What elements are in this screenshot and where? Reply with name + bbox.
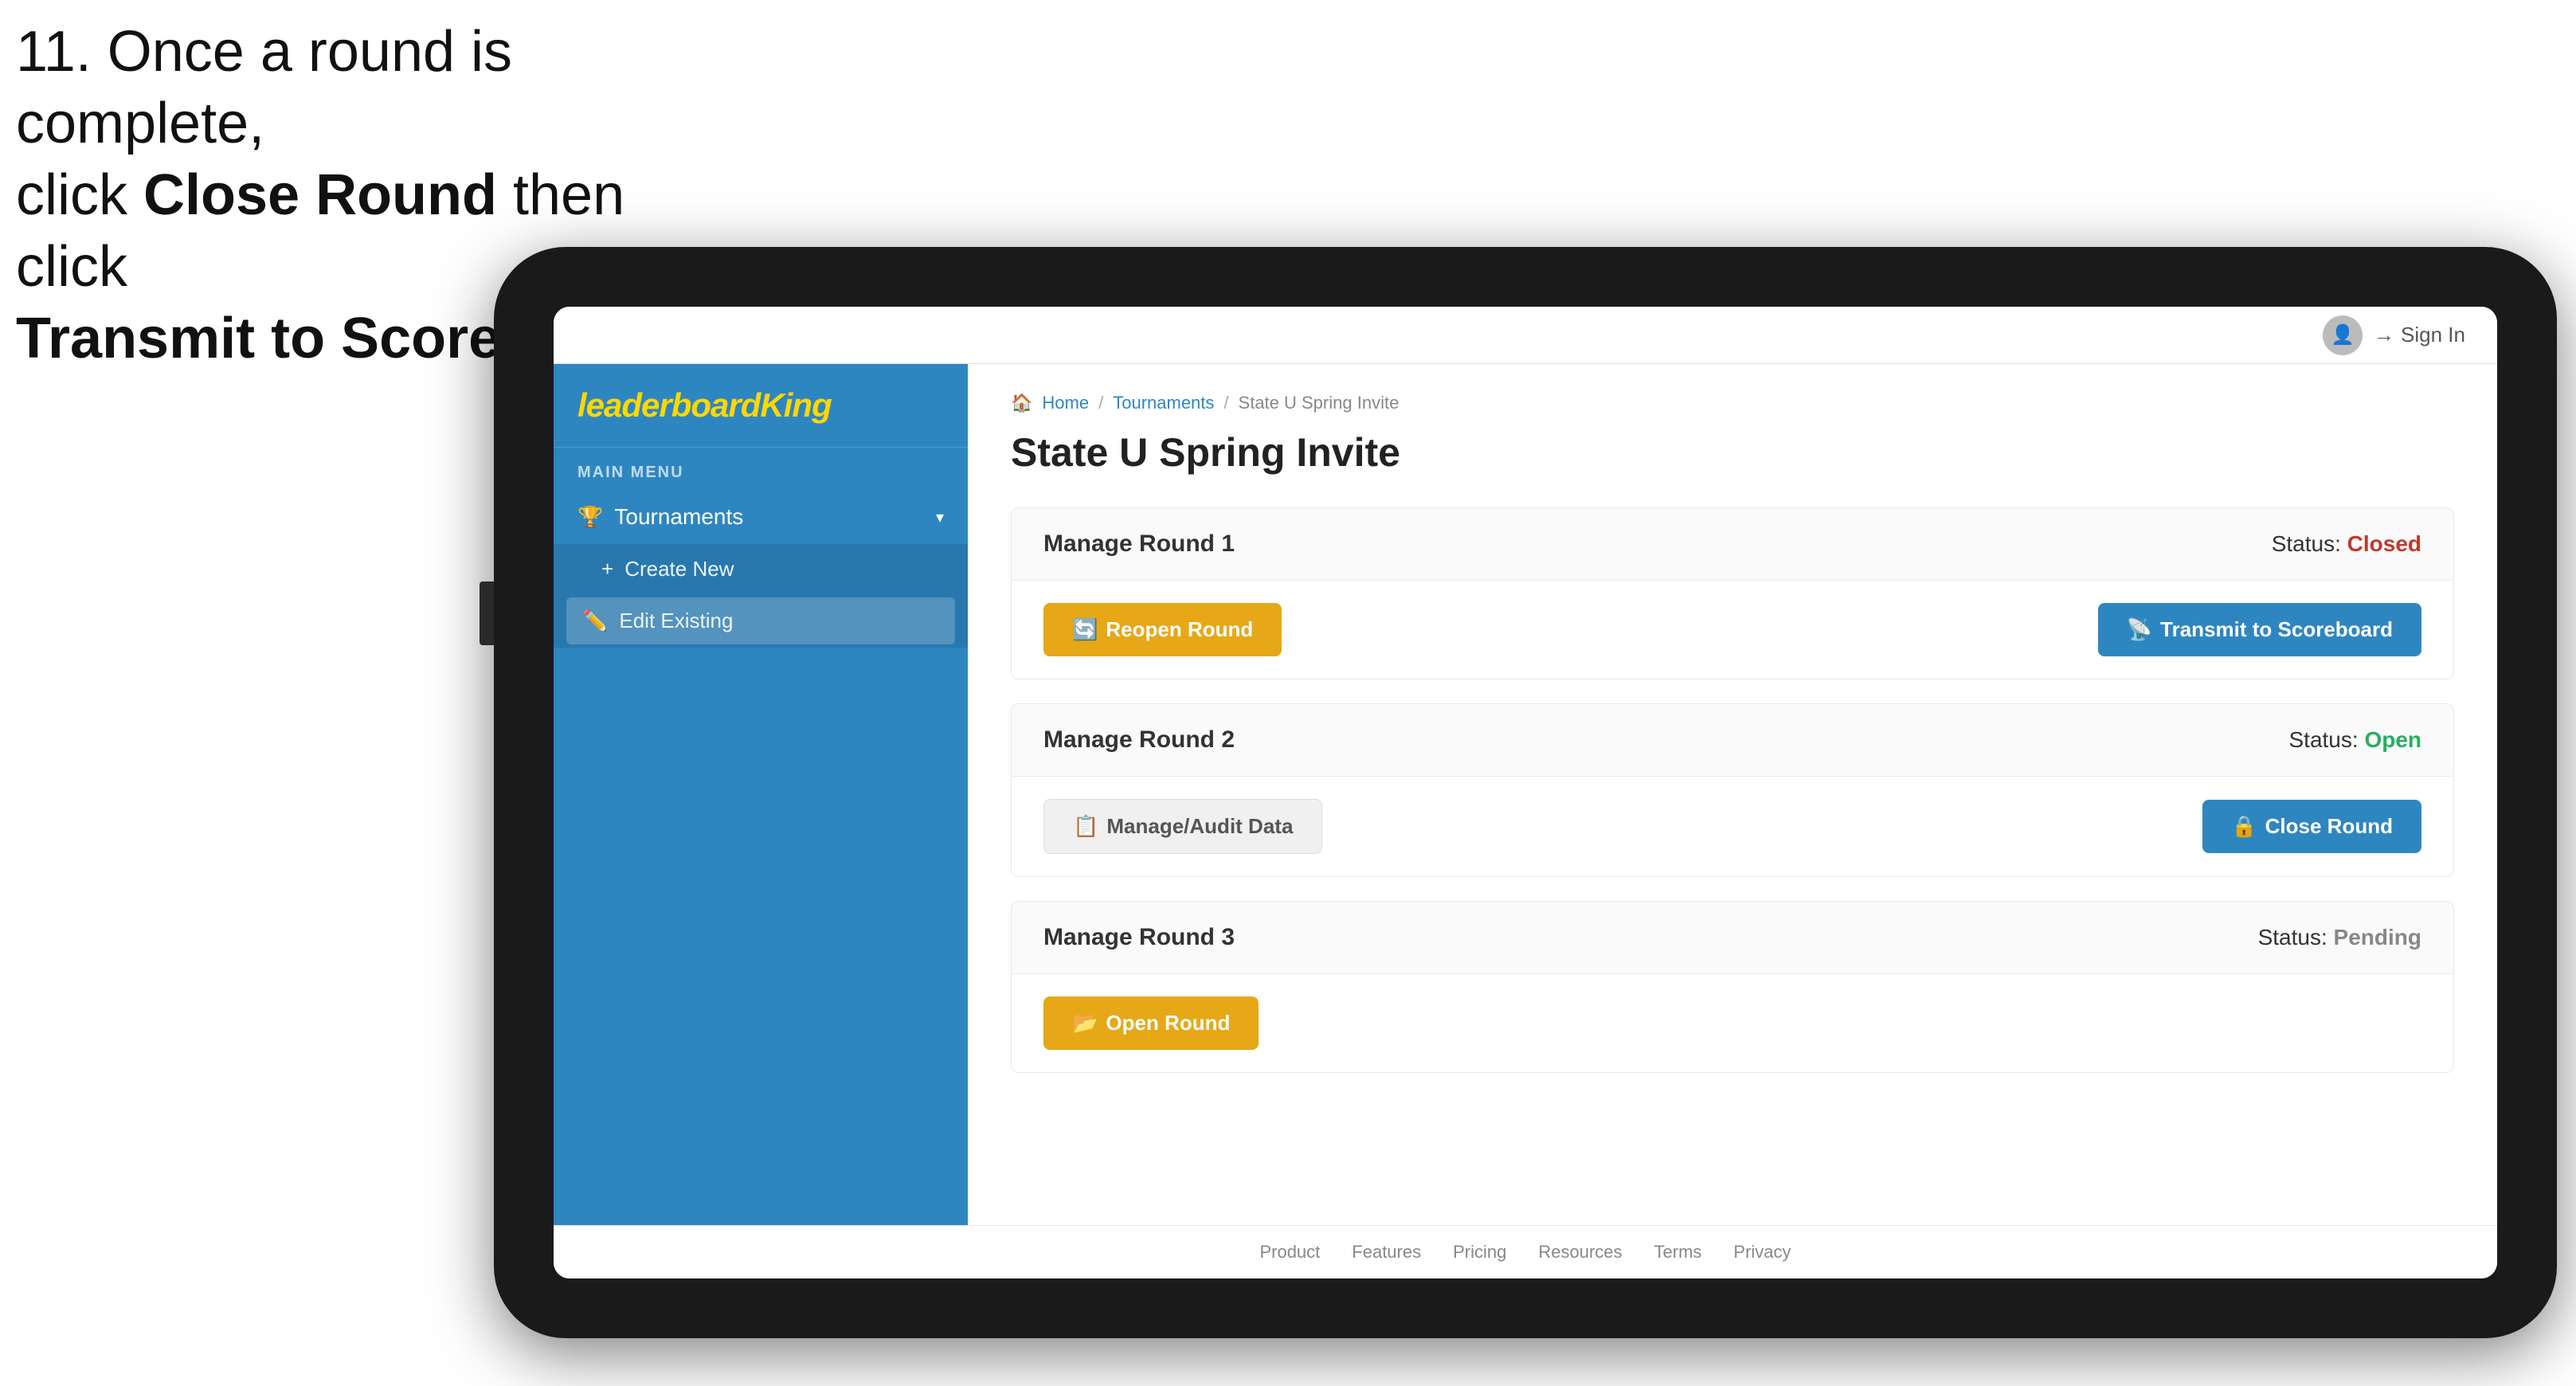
sign-in-arrow: → — [2374, 323, 2394, 347]
footer-pricing[interactable]: Pricing — [1453, 1242, 1506, 1263]
open-round-label: Open Round — [1106, 1011, 1230, 1036]
create-new-label: Create New — [624, 557, 734, 581]
round-2-section: Manage Round 2 Status: Open 📋 Manage/Aud… — [1011, 703, 2454, 877]
tablet-side-button — [480, 581, 494, 645]
round-2-status-value: Open — [2364, 727, 2421, 752]
avatar-icon: 👤 — [2323, 315, 2363, 355]
chevron-down-icon: ▾ — [936, 507, 944, 527]
round-1-status: Status: Closed — [2272, 531, 2421, 557]
round-3-header: Manage Round 3 Status: Pending — [1012, 902, 2453, 974]
round-3-status-value: Pending — [2334, 925, 2421, 949]
manage-audit-label: Manage/Audit Data — [1106, 814, 1293, 839]
breadcrumb-sep2: / — [1223, 393, 1228, 413]
plus-icon: + — [601, 557, 613, 581]
audit-icon: 📋 — [1073, 814, 1098, 839]
logo: leaderboardKing — [577, 386, 944, 425]
round-3-status-label: Status: — [2258, 925, 2327, 949]
reopen-round-label: Reopen Round — [1106, 617, 1253, 642]
transmit-scoreboard-label: Transmit to Scoreboard — [2160, 617, 2393, 642]
footer-features[interactable]: Features — [1352, 1242, 1421, 1263]
round-2-title: Manage Round 2 — [1043, 726, 1235, 754]
page-title: State U Spring Invite — [1011, 429, 2454, 476]
sign-in-area: 👤 → Sign In — [2323, 315, 2465, 355]
sign-in-label: Sign In — [2401, 323, 2465, 347]
logo-text-styled: King — [760, 386, 831, 424]
round-1-section: Manage Round 1 Status: Closed 🔄 Reopen R… — [1011, 507, 2454, 679]
trophy-icon: 🏆 — [577, 505, 603, 530]
close-round-label: Close Round — [2265, 814, 2393, 839]
round-3-section: Manage Round 3 Status: Pending 📂 Open Ro… — [1011, 901, 2454, 1073]
edit-icon: ✏️ — [582, 609, 608, 633]
instruction-line1: 11. Once a round is complete, — [16, 20, 512, 155]
round-1-status-value: Closed — [2347, 531, 2421, 556]
breadcrumb-home[interactable]: Home — [1042, 393, 1089, 413]
sidebar-item-create-new[interactable]: + Create New — [554, 544, 968, 594]
transmit-scoreboard-button[interactable]: 📡 Transmit to Scoreboard — [2098, 603, 2421, 656]
round-3-status: Status: Pending — [2258, 925, 2421, 950]
main-layout: leaderboardKing MAIN MENU 🏆 Tournaments … — [554, 364, 2497, 1225]
breadcrumb: 🏠 Home / Tournaments / State U Spring In… — [1011, 393, 2454, 413]
logo-area: leaderboardKing — [554, 364, 968, 448]
breadcrumb-current: State U Spring Invite — [1239, 393, 1400, 413]
sidebar: leaderboardKing MAIN MENU 🏆 Tournaments … — [554, 364, 968, 1225]
footer-terms[interactable]: Terms — [1654, 1242, 1702, 1263]
round-2-header: Manage Round 2 Status: Open — [1012, 704, 2453, 777]
close-round-button[interactable]: 🔒 Close Round — [2202, 800, 2421, 853]
home-icon: 🏠 — [1011, 393, 1032, 413]
round-1-body: 🔄 Reopen Round 📡 Transmit to Scoreboard — [1012, 581, 2453, 679]
round-2-status: Status: Open — [2288, 727, 2421, 753]
round-1-status-label: Status: — [2272, 531, 2341, 556]
round-3-body: 📂 Open Round — [1012, 974, 2453, 1072]
instruction-bold1: Close Round — [143, 163, 497, 227]
instruction-line2: click — [16, 163, 143, 227]
footer: Product Features Pricing Resources Terms… — [554, 1225, 2497, 1278]
reopen-icon: 🔄 — [1072, 617, 1098, 642]
tournaments-label: Tournaments — [614, 504, 743, 530]
sign-in-button[interactable]: → Sign In — [2374, 323, 2465, 347]
edit-existing-label: Edit Existing — [619, 609, 733, 633]
round-2-body: 📋 Manage/Audit Data 🔒 Close Round — [1012, 777, 2453, 876]
open-round-button[interactable]: 📂 Open Round — [1043, 996, 1259, 1050]
close-icon: 🔒 — [2231, 814, 2257, 839]
sidebar-item-tournaments[interactable]: 🏆 Tournaments ▾ — [554, 490, 968, 544]
round-1-title: Manage Round 1 — [1043, 531, 1235, 558]
footer-privacy[interactable]: Privacy — [1733, 1242, 1791, 1263]
tablet-screen: 👤 → Sign In leaderboardKing MAIN MENU 🏆 — [554, 307, 2497, 1278]
breadcrumb-sep1: / — [1098, 393, 1103, 413]
footer-product[interactable]: Product — [1259, 1242, 1320, 1263]
round-1-header: Manage Round 1 Status: Closed — [1012, 508, 2453, 581]
sidebar-submenu: + Create New ✏️ Edit Existing — [554, 544, 968, 648]
reopen-round-button[interactable]: 🔄 Reopen Round — [1043, 603, 1282, 656]
round-3-title: Manage Round 3 — [1043, 924, 1235, 951]
breadcrumb-tournaments[interactable]: Tournaments — [1113, 393, 1214, 413]
main-menu-label: MAIN MENU — [554, 448, 968, 490]
round-2-status-label: Status: — [2288, 727, 2358, 752]
sidebar-item-edit-existing[interactable]: ✏️ Edit Existing — [566, 597, 955, 644]
logo-text-normal: leaderboard — [577, 386, 760, 424]
tablet-shell: 👤 → Sign In leaderboardKing MAIN MENU 🏆 — [494, 247, 2557, 1338]
top-bar: 👤 → Sign In — [554, 307, 2497, 364]
manage-audit-button[interactable]: 📋 Manage/Audit Data — [1043, 799, 1322, 854]
main-content: 🏠 Home / Tournaments / State U Spring In… — [968, 364, 2497, 1225]
transmit-icon: 📡 — [2127, 617, 2152, 642]
footer-resources[interactable]: Resources — [1538, 1242, 1622, 1263]
open-icon: 📂 — [1072, 1011, 1098, 1036]
